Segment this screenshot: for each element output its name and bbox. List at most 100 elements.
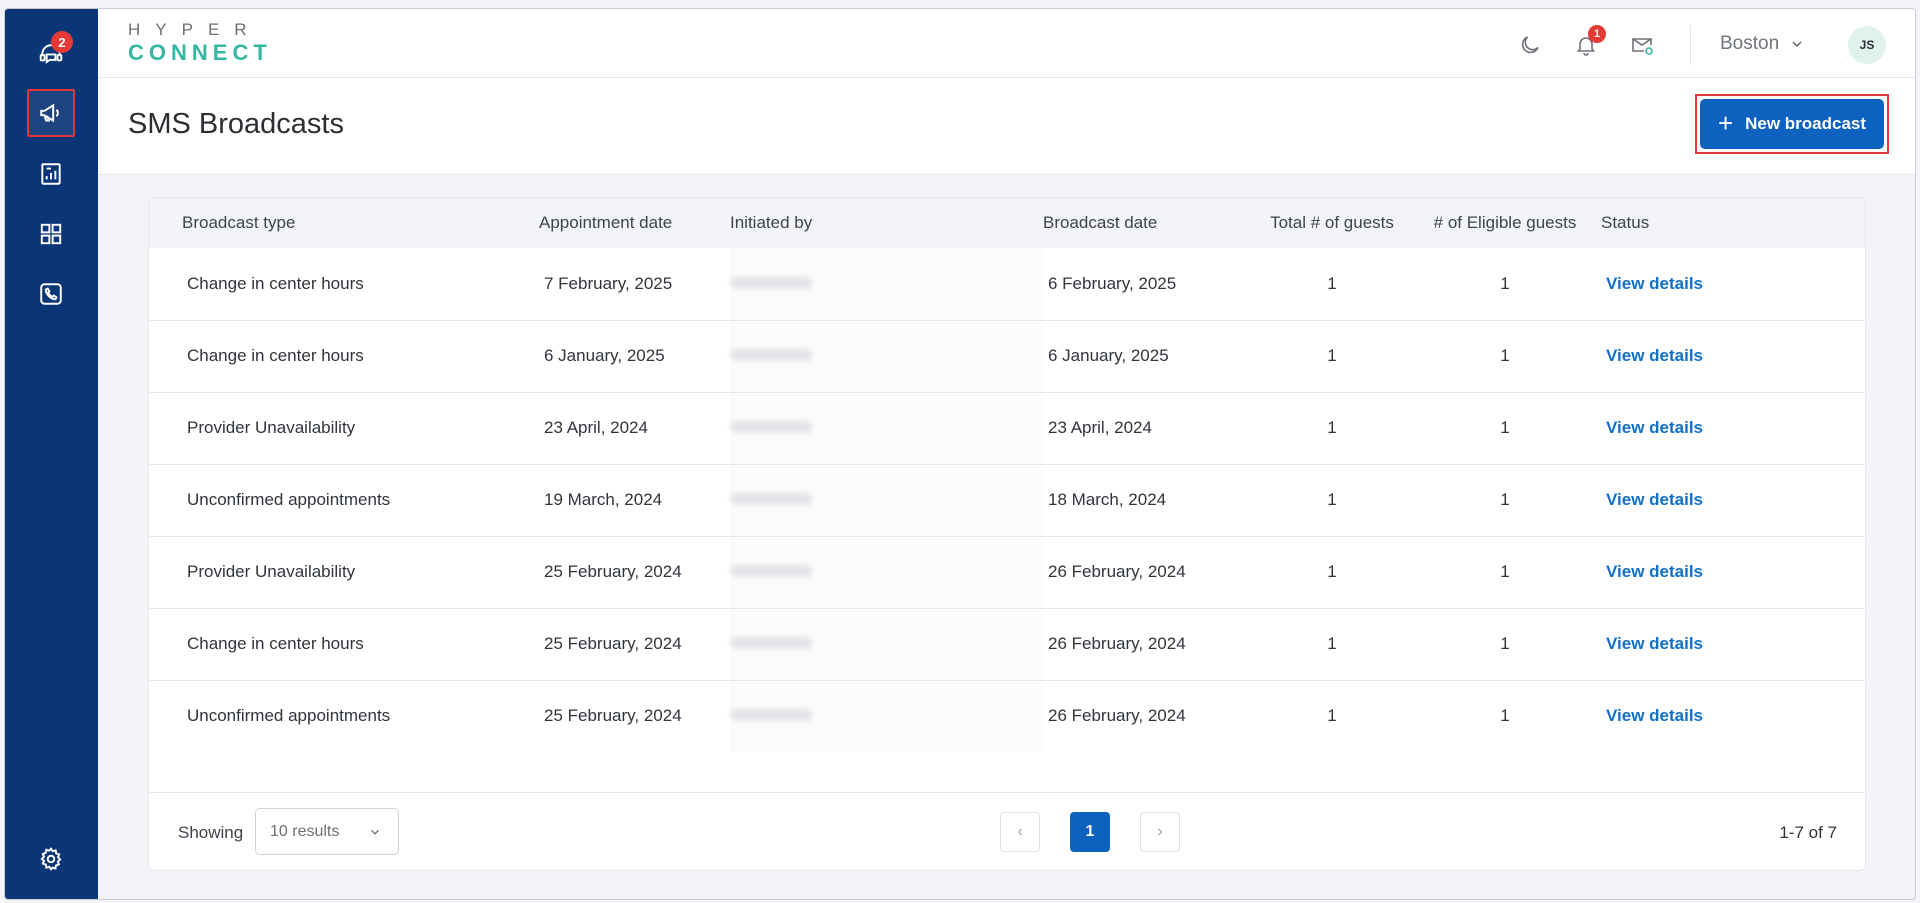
sidebar-item-dashboard[interactable] — [27, 210, 75, 258]
cell-eligible-guests: 1 — [1500, 273, 1510, 293]
view-details-link[interactable]: View details — [1606, 706, 1703, 725]
page-title-bar: SMS Broadcasts + New broadcast — [98, 78, 1915, 175]
sidebar-item-chat[interactable]: 2 — [27, 31, 75, 79]
cell-initiated-by — [730, 536, 1043, 608]
plus-icon: + — [1717, 108, 1734, 138]
cell-appointment-date: 25 February, 2024 — [544, 562, 682, 581]
app-window: 2 HYPER CONNECT 1 Boston JS SMS Broadcas… — [4, 8, 1916, 900]
view-details-link[interactable]: View details — [1606, 346, 1703, 365]
redacted-name — [730, 421, 812, 433]
view-details-link[interactable]: View details — [1606, 418, 1703, 437]
chevron-down-icon — [371, 829, 379, 835]
page-1-button[interactable]: 1 — [1070, 812, 1110, 852]
cell-broadcast-date: 6 February, 2025 — [1048, 273, 1177, 293]
cell-appointment-date: 25 February, 2024 — [544, 706, 682, 726]
table-footer: Showing 10 results ‹ 1 › 1-7 of 7 — [149, 792, 1865, 870]
cell-broadcast-type: Provider Unavailability — [187, 418, 356, 437]
cell-eligible-guests: 1 — [1500, 706, 1510, 726]
cell-initiated-by — [730, 320, 1043, 392]
table-row[interactable]: Change in center hours 6 January, 2025 6… — [149, 320, 1865, 392]
cell-broadcast-date: 18 March, 2024 — [1048, 490, 1167, 509]
redacted-name — [730, 349, 812, 361]
settings-gear-icon — [40, 847, 62, 871]
location-selector[interactable]: Boston — [1720, 33, 1805, 55]
cell-broadcast-date: 6 January, 2025 — [1048, 346, 1169, 365]
logo-text-top: HYPER — [128, 20, 262, 39]
view-details-link[interactable]: View details — [1606, 490, 1703, 509]
broadcasts-table-card: Broadcast type Appointment date Initiate… — [148, 197, 1866, 871]
sidebar-item-reports[interactable] — [27, 150, 75, 198]
cell-broadcast-date: 23 April, 2024 — [1048, 418, 1152, 437]
cell-initiated-by — [730, 464, 1043, 536]
cell-total-guests: 1 — [1327, 418, 1337, 437]
chat-badge: 2 — [51, 31, 73, 53]
redacted-name — [730, 565, 812, 577]
new-broadcast-button[interactable]: + New broadcast — [1700, 99, 1884, 149]
moon-icon — [1521, 36, 1539, 54]
cell-initiated-by — [730, 680, 1043, 752]
column-header-eligible-guests: # of Eligible guests — [1433, 213, 1577, 232]
column-header-status: Status — [1601, 213, 1650, 232]
table-header: Broadcast type Appointment date Initiate… — [149, 198, 1865, 248]
view-details-link[interactable]: View details — [1606, 274, 1703, 293]
table-row[interactable]: Unconfirmed appointments 19 March, 2024 … — [149, 464, 1865, 536]
cell-broadcast-date: 26 February, 2024 — [1048, 706, 1186, 726]
cell-total-guests: 1 — [1327, 490, 1337, 509]
notification-badge: 1 — [1588, 25, 1606, 43]
sidebar-item-calls[interactable] — [27, 270, 75, 318]
notifications-button[interactable]: 1 — [1572, 25, 1606, 59]
table-row[interactable]: Change in center hours 25 February, 2024… — [149, 608, 1865, 680]
column-header-initiated-by: Initiated by — [730, 213, 813, 232]
cell-broadcast-type: Change in center hours — [187, 273, 364, 293]
sidebar-item-settings[interactable] — [27, 835, 75, 883]
user-avatar[interactable]: JS — [1848, 26, 1886, 64]
redacted-name — [730, 637, 812, 649]
table-row[interactable]: Provider Unavailability 23 April, 2024 2… — [149, 392, 1865, 464]
cell-total-guests: 1 — [1327, 634, 1337, 653]
column-header-broadcast-type: Broadcast type — [182, 213, 296, 232]
cell-appointment-date: 23 April, 2024 — [544, 418, 648, 437]
table-row[interactable]: Unconfirmed appointments 25 February, 20… — [149, 680, 1865, 752]
cell-eligible-guests: 1 — [1500, 562, 1510, 581]
cell-broadcast-date: 26 February, 2024 — [1048, 634, 1186, 653]
broadcasts-table: Broadcast type Appointment date Initiate… — [149, 198, 1865, 752]
megaphone-icon — [40, 103, 59, 123]
table-row[interactable]: Provider Unavailability 25 February, 202… — [149, 536, 1865, 608]
report-chart-icon — [41, 163, 61, 185]
cell-eligible-guests: 1 — [1500, 634, 1510, 653]
page-size-select[interactable]: 10 results — [255, 808, 399, 855]
table-row[interactable]: Change in center hours 7 February, 2025 … — [149, 248, 1865, 320]
view-details-link[interactable]: View details — [1606, 634, 1703, 653]
page-title: SMS Broadcasts — [128, 108, 344, 140]
cell-appointment-date: 6 January, 2025 — [544, 346, 665, 365]
cell-eligible-guests: 1 — [1500, 418, 1510, 437]
cell-broadcast-type: Change in center hours — [187, 634, 364, 653]
cell-total-guests: 1 — [1327, 273, 1337, 293]
dashboard-grid-icon — [40, 223, 62, 245]
showing-label: Showing — [178, 823, 244, 842]
chevron-down-icon — [1792, 41, 1802, 47]
cell-initiated-by — [730, 248, 1043, 320]
results-range: 1-7 of 7 — [1779, 823, 1837, 842]
cell-total-guests: 1 — [1327, 346, 1337, 365]
prev-page-button[interactable]: ‹ — [1000, 812, 1040, 852]
mail-sync-icon — [1632, 38, 1653, 55]
cell-initiated-by — [730, 608, 1043, 680]
sidebar-item-broadcasts[interactable] — [27, 89, 75, 137]
cell-total-guests: 1 — [1327, 562, 1337, 581]
sidebar: 2 — [5, 9, 98, 899]
redacted-name — [730, 493, 812, 505]
phone-icon — [40, 283, 62, 305]
table-body: Change in center hours 7 February, 2025 … — [149, 248, 1865, 752]
messages-sync-button[interactable] — [1628, 31, 1656, 59]
dark-mode-toggle[interactable] — [1516, 31, 1544, 59]
header-divider — [1690, 25, 1691, 65]
column-header-broadcast-date: Broadcast date — [1043, 213, 1158, 232]
next-page-button[interactable]: › — [1140, 812, 1180, 852]
column-header-total-guests: Total # of guests — [1270, 213, 1394, 232]
hyperconnect-logo[interactable]: HYPER CONNECT — [128, 21, 272, 64]
view-details-link[interactable]: View details — [1606, 562, 1703, 581]
new-broadcast-label: New broadcast — [1745, 114, 1867, 133]
top-header: HYPER CONNECT 1 Boston JS — [98, 9, 1915, 78]
page-size-value: 10 results — [270, 822, 340, 840]
